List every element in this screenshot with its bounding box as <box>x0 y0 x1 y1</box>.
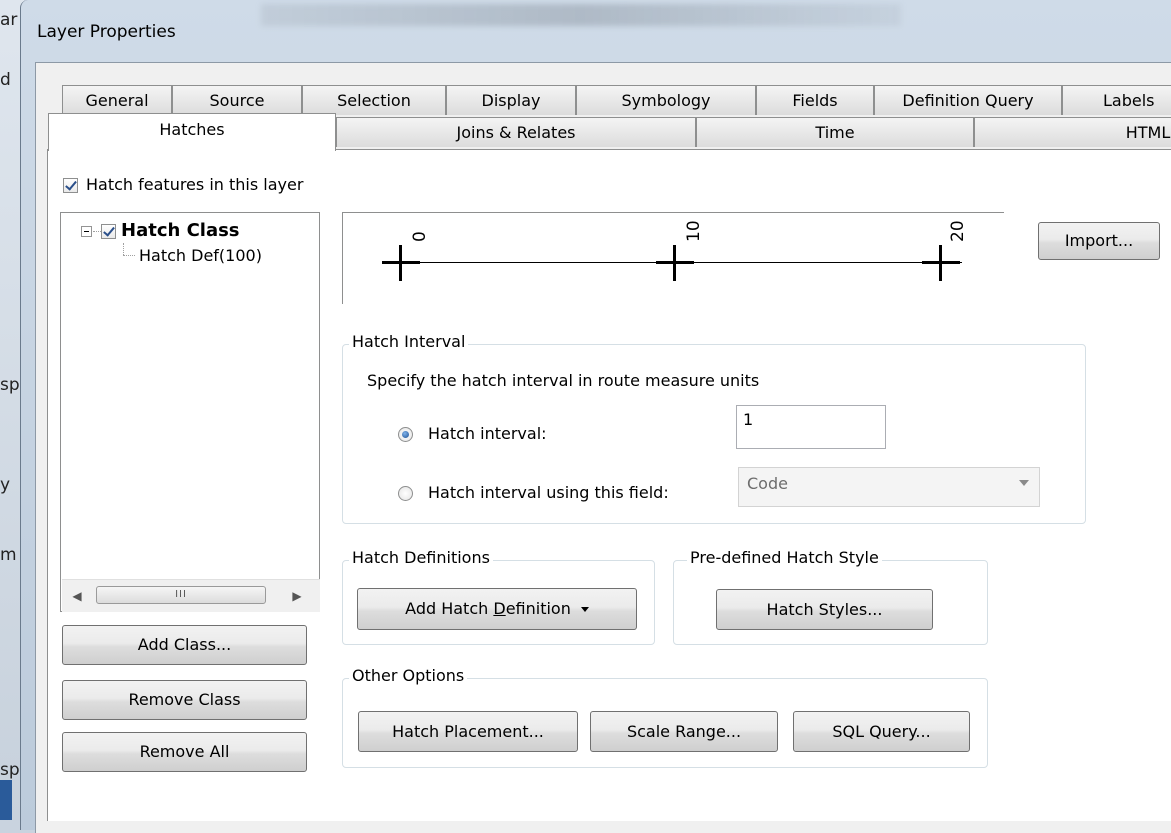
background-text: sp <box>0 375 20 395</box>
hatch-interval-description: Specify the hatch interval in route meas… <box>367 371 760 390</box>
hatch-class-checkbox[interactable] <box>101 224 116 239</box>
scroll-right-arrow-icon[interactable]: ▶ <box>288 586 306 606</box>
tab-hatches[interactable]: Hatches <box>48 113 336 151</box>
background-text: y <box>0 475 11 495</box>
hatch-placement-button[interactable]: Hatch Placement... <box>358 711 578 752</box>
hatch-interval-input[interactable]: 1 <box>736 405 886 449</box>
hatch-interval-legend: Hatch Interval <box>349 332 469 351</box>
tree-connector <box>123 255 135 256</box>
hatch-interval-radio-label[interactable]: Hatch interval: <box>428 424 547 443</box>
background-selection-bar <box>0 780 12 820</box>
add-hatch-definition-label: Add Hatch <box>405 599 494 618</box>
tree-item-hatch-class[interactable]: Hatch Class <box>121 220 240 241</box>
hatch-field-radio[interactable] <box>398 486 413 501</box>
remove-class-button[interactable]: Remove Class <box>62 680 307 720</box>
tab-display[interactable]: Display <box>446 85 576 115</box>
add-hatch-definition-button[interactable]: Add Hatch Definition <box>357 588 637 630</box>
hatch-label: 20 <box>948 220 968 242</box>
tab-selection[interactable]: Selection <box>302 85 446 115</box>
tree-connector <box>123 243 124 255</box>
predefined-style-legend: Pre-defined Hatch Style <box>687 548 882 567</box>
other-options-legend: Other Options <box>349 666 468 685</box>
background-text: sp <box>0 760 20 780</box>
background-text: m <box>0 545 17 565</box>
tree-connector <box>93 231 101 232</box>
blurred-background-menu <box>261 4 901 26</box>
tab-fields[interactable]: Fields <box>756 85 874 115</box>
scrollbar-thumb[interactable]: III <box>96 586 266 604</box>
tab-definition-query[interactable]: Definition Query <box>874 85 1062 115</box>
hatch-class-tree[interactable]: Hatch Class Hatch Def(100) ◀ III ▶ <box>60 212 320 612</box>
collapse-icon[interactable] <box>81 226 92 237</box>
remove-all-button[interactable]: Remove All <box>62 732 307 772</box>
title-bar[interactable]: Layer Properties <box>21 0 1171 62</box>
background-text: d <box>0 70 11 90</box>
tab-source[interactable]: Source <box>172 85 302 115</box>
tab-symbology[interactable]: Symbology <box>576 85 756 115</box>
hatch-field-value: Code <box>747 474 788 493</box>
hatch-mark <box>922 261 960 264</box>
hatch-mark <box>656 261 694 264</box>
scroll-left-arrow-icon[interactable]: ◀ <box>68 586 86 606</box>
hatch-preview: 0 10 20 <box>342 212 1004 304</box>
hatch-interval-radio[interactable] <box>398 427 413 442</box>
hatch-label: 0 <box>410 231 430 242</box>
tree-horizontal-scrollbar[interactable]: ◀ III ▶ <box>62 579 320 612</box>
tab-html-popup[interactable]: HTML P <box>974 117 1171 147</box>
hatch-label: 10 <box>684 220 704 242</box>
tab-joins-relates[interactable]: Joins & Relates <box>336 117 696 147</box>
background-text: ar <box>0 10 18 30</box>
add-class-button[interactable]: Add Class... <box>62 625 307 665</box>
preview-border <box>342 212 1004 213</box>
hatch-features-label: Hatch features in this layer <box>86 175 304 194</box>
tree-item-hatch-def[interactable]: Hatch Def(100) <box>139 246 262 265</box>
dropdown-arrow-icon <box>580 607 589 612</box>
tab-labels[interactable]: Labels <box>1062 85 1171 115</box>
hatch-mark <box>382 261 420 264</box>
chevron-down-icon <box>1019 480 1029 486</box>
tab-time[interactable]: Time <box>696 117 974 147</box>
hatch-definitions-legend: Hatch Definitions <box>349 548 493 567</box>
scale-range-button[interactable]: Scale Range... <box>590 711 778 752</box>
hatch-features-checkbox[interactable] <box>63 178 78 193</box>
add-hatch-definition-label-end: efinition <box>505 599 571 618</box>
sql-query-button[interactable]: SQL Query... <box>793 711 970 752</box>
preview-border <box>342 212 343 304</box>
hatch-field-dropdown[interactable]: Code <box>738 467 1040 507</box>
hatch-styles-button[interactable]: Hatch Styles... <box>716 589 933 630</box>
add-hatch-definition-accelerator: D <box>493 599 506 618</box>
tab-general[interactable]: General <box>62 85 172 115</box>
hatch-field-radio-label[interactable]: Hatch interval using this field: <box>428 483 669 502</box>
window-title: Layer Properties <box>37 22 176 42</box>
import-button[interactable]: Import... <box>1038 222 1160 260</box>
